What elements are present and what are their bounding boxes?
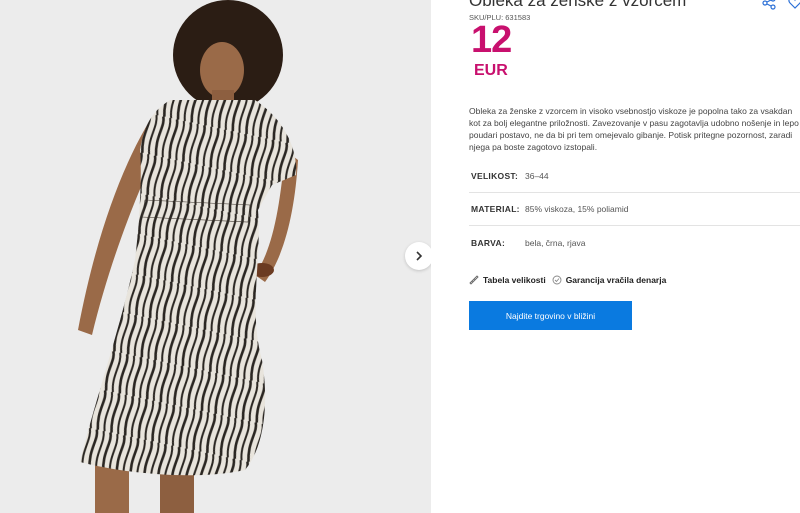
model-dress-photo — [78, 0, 298, 513]
product-details: Obleka za ženske z vzorcem SKU/PLU: 6315… — [431, 0, 800, 513]
find-store-button[interactable]: Najdite trgovino v bližini — [469, 301, 632, 330]
product-description: Obleka za ženske z vzorcem in visoko vse… — [469, 106, 799, 152]
attribute-label: MATERIAL: — [471, 204, 520, 214]
attribute-label: BARVA: — [471, 237, 506, 248]
guarantee-label: Garancija vračila denarja — [565, 275, 667, 285]
size-table-label: Tabela velikosti — [483, 275, 546, 285]
size-table-link[interactable]: Tabela velikosti — [469, 275, 546, 285]
attribute-value: 36–44 — [525, 171, 549, 181]
ruler-icon — [469, 275, 479, 285]
attributes-table: VELIKOST: 36–44 MATERIAL: 85% viskoza, 1… — [469, 160, 800, 259]
shield-icon — [552, 275, 562, 285]
chevron-right-icon — [416, 251, 423, 261]
attribute-value: 85% viskoza, 15% poliamid — [525, 204, 629, 214]
product-image[interactable] — [0, 0, 431, 513]
attribute-label: VELIKOST: — [471, 171, 519, 181]
price-value: 12 — [471, 19, 512, 61]
price-currency: EUR — [474, 62, 508, 79]
attribute-row-color: BARVA: bela, črna, rjava — [469, 226, 800, 259]
next-image-button[interactable] — [405, 242, 431, 270]
guarantee-link[interactable]: Garancija vračila denarja — [552, 275, 667, 285]
product-title: Obleka za ženske z vzorcem — [469, 0, 687, 10]
attribute-row-material: MATERIAL: 85% viskoza, 15% poliamid — [469, 193, 800, 226]
attribute-row-size: VELIKOST: 36–44 — [469, 160, 800, 193]
share-icon[interactable] — [762, 0, 776, 10]
heart-icon[interactable] — [788, 0, 800, 10]
info-links: Tabela velikosti Garancija vračila denar… — [469, 275, 672, 285]
attribute-value: bela, črna, rjava — [525, 237, 586, 248]
